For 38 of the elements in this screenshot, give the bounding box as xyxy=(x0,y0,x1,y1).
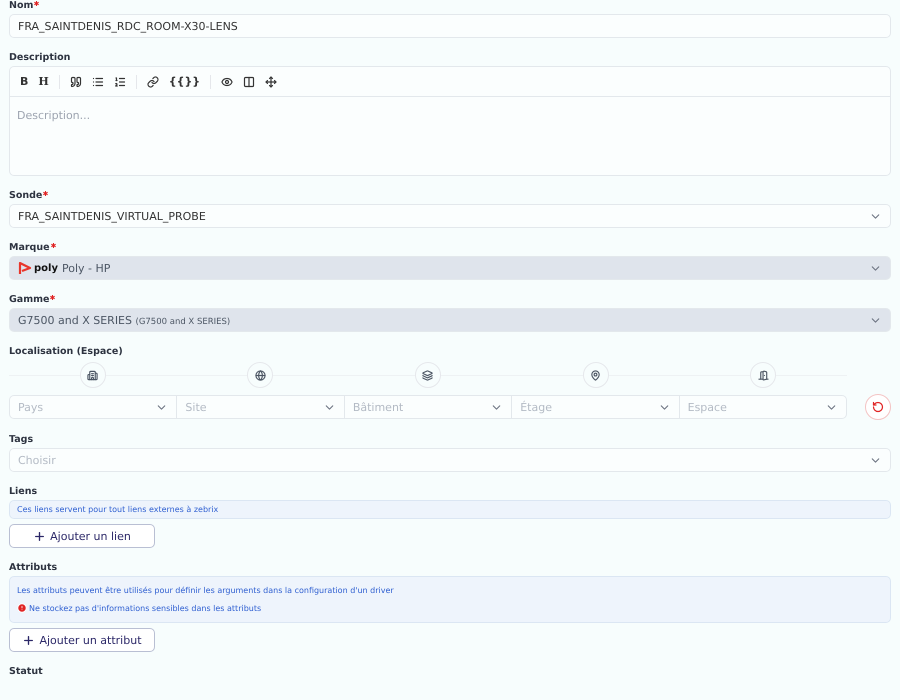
numbered-list-icon[interactable] xyxy=(114,76,126,88)
text-field[interactable]: FRA_SAINTDENIS_RDC_ROOM-X30-LENS xyxy=(9,14,891,38)
select-field[interactable]: FRA_SAINTDENIS_VIRTUAL_PROBE xyxy=(9,204,891,228)
note-text: Les attributs peuvent être utilisés pour définir les arguments dans la configuration d'un driver xyxy=(17,586,394,595)
field-label: Tags xyxy=(9,434,34,446)
field-label: Gamme xyxy=(9,294,50,306)
map-pin-icon xyxy=(582,362,609,388)
field-label: Liens xyxy=(9,486,38,498)
field-label: Statut xyxy=(9,666,43,678)
add-button[interactable]: Ajouter un attribut xyxy=(9,628,155,652)
toolbar-button[interactable]: H xyxy=(38,75,49,88)
field-label: Description xyxy=(9,52,70,64)
bullet-list-icon[interactable] xyxy=(92,76,104,88)
field-label: Nom xyxy=(9,0,34,12)
globe-icon xyxy=(247,362,274,388)
field-label: Marque xyxy=(9,242,50,254)
alert-icon xyxy=(17,603,27,613)
toolbar-button[interactable]: {{}} xyxy=(168,75,200,88)
plus-icon xyxy=(22,634,36,646)
plus-icon xyxy=(33,530,46,542)
field-label: Attributs xyxy=(9,562,58,574)
reset-icon xyxy=(872,401,884,413)
note-text: Ces liens servent pour tout liens externes à zebrix xyxy=(17,505,218,514)
columns-icon[interactable] xyxy=(243,76,256,88)
link-icon[interactable] xyxy=(146,76,159,88)
add-button[interactable]: Ajouter un lien xyxy=(9,524,155,548)
toolbar-button[interactable]: B xyxy=(20,75,28,88)
field-label: Localisation (Espace) xyxy=(9,346,123,358)
reset-button[interactable] xyxy=(865,394,891,420)
layers-icon xyxy=(414,362,441,388)
eye-icon[interactable] xyxy=(221,76,234,88)
door-icon xyxy=(750,362,776,388)
brand-logo: poly xyxy=(18,262,58,274)
quote-icon[interactable] xyxy=(70,76,82,88)
building-icon xyxy=(80,362,106,388)
field-label: Sonde xyxy=(9,190,42,202)
note-text: Ne stockez pas d'informations sensibles dans les attributs xyxy=(29,604,262,612)
move-icon[interactable] xyxy=(265,76,278,88)
